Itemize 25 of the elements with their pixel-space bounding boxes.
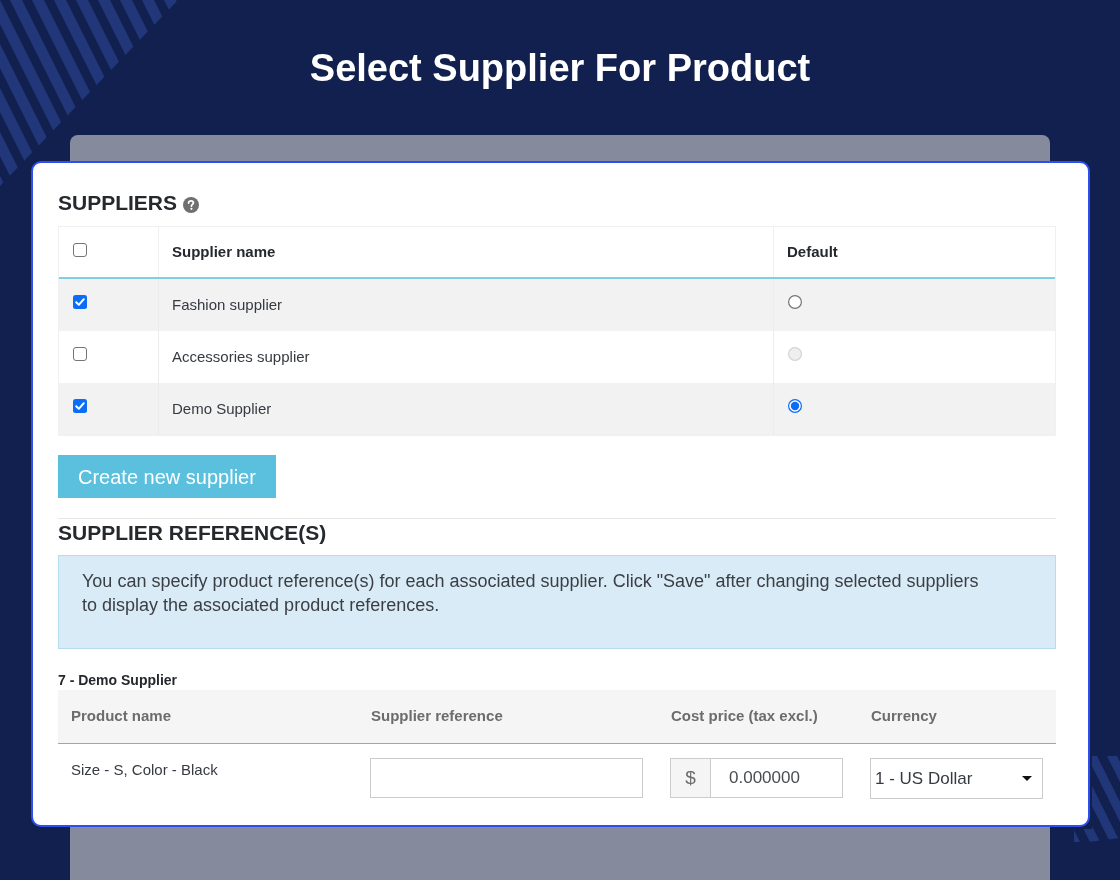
currency-symbol: $ — [670, 758, 711, 798]
checkbox[interactable] — [73, 347, 87, 361]
help-icon[interactable] — [183, 196, 200, 213]
group-title: 7 - Demo Supplier — [58, 671, 179, 690]
checkbox[interactable] — [73, 243, 87, 257]
column-header: Supplier name — [159, 227, 774, 277]
cost-price-field[interactable]: 0.000000 — [711, 758, 843, 798]
section-heading: SUPPLIERS — [58, 190, 178, 216]
column-header: Default — [786, 241, 839, 262]
column-header: Currency — [858, 690, 1056, 744]
column-header: Cost price (tax excl.) — [658, 690, 858, 744]
radio-button[interactable] — [788, 295, 802, 309]
currency-select[interactable]: 1 - US Dollar — [870, 758, 1043, 799]
checkbox[interactable] — [73, 295, 87, 309]
table-cell-text: Size - S, Color - Black — [70, 760, 219, 780]
radio-button[interactable] — [788, 399, 802, 413]
page-title: Select Supplier For Product — [309, 45, 811, 90]
section-heading: SUPPLIER REFERENCE(S) — [58, 520, 328, 546]
table-cell: Demo Supplier — [159, 383, 774, 435]
column-header: Supplier reference — [358, 690, 658, 744]
checkbox[interactable] — [73, 399, 87, 413]
supplier-reference-input[interactable] — [370, 758, 643, 798]
info-alert: You can specify product reference(s) for each associated supplier. Click "Save" after changing selected suppliers to display the associated product references. — [58, 555, 1056, 649]
column-header: Product name — [58, 690, 358, 744]
caret-icon — [1022, 776, 1032, 781]
